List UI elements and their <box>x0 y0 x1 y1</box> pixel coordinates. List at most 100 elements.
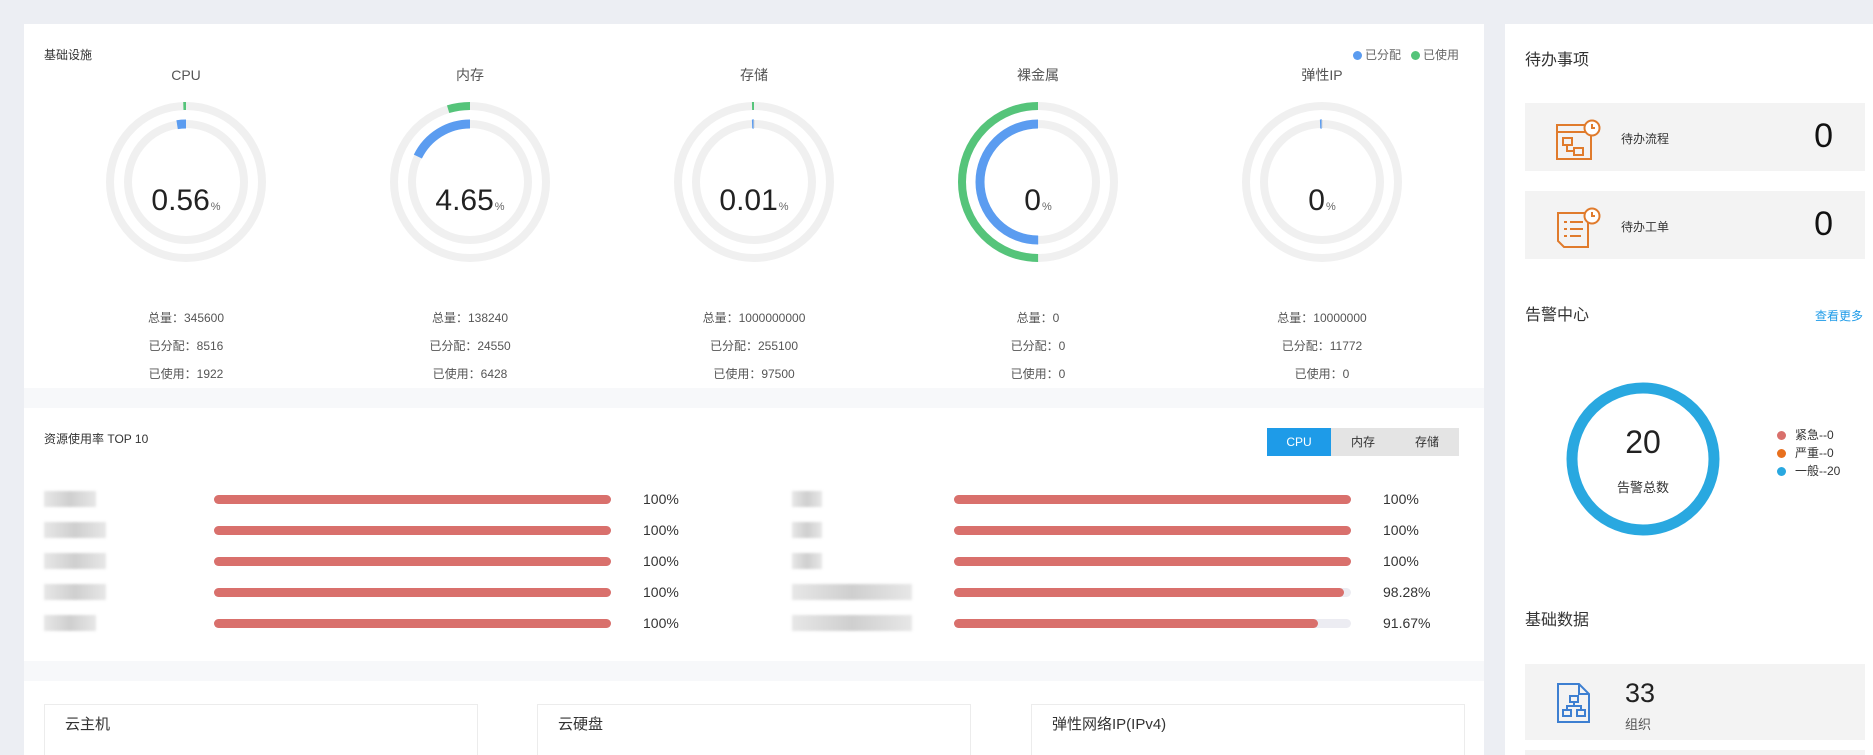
rank-bar-track <box>954 495 1351 504</box>
base-data-card-partial <box>1525 750 1865 755</box>
tab-cpu[interactable]: CPU <box>1267 428 1331 456</box>
gauge-card: 弹性IP 0% 总量：10000000 已分配：11772 已使用：0 <box>1202 64 1442 384</box>
base-data-organization[interactable]: 33 组织 <box>1525 664 1865 740</box>
todo-count: 0 <box>1814 205 1833 243</box>
todo-title: 待办事项 <box>1525 52 1590 69</box>
gauge-title: CPU <box>171 67 201 83</box>
rank-percent: 98.28% <box>1383 584 1431 600</box>
rank-bar-fill <box>214 526 611 535</box>
base-data-count: 33 <box>1625 678 1656 708</box>
gauge-title: 裸金属 <box>1017 67 1059 83</box>
resource-card-title: 弹性网络IP(IPv4) <box>1052 716 1167 733</box>
rank-percent: 100% <box>1383 491 1419 507</box>
rank-bar-fill <box>214 495 611 504</box>
gauge-ring <box>1242 102 1402 262</box>
todo-workflow[interactable]: 待办流程 0 <box>1525 103 1865 171</box>
gauge-track-inner <box>124 120 248 244</box>
top10-title: 资源使用率 TOP 10 <box>44 432 149 446</box>
rank-bar-fill <box>954 619 1318 628</box>
gauge-total: 总量：10000000 <box>1277 311 1367 325</box>
todo-count: 0 <box>1814 117 1833 155</box>
rank-bar-fill <box>954 588 1345 597</box>
rank-bar-fill <box>954 495 1351 504</box>
rank-bar-track <box>954 526 1351 535</box>
resource-card-title: 云主机 <box>65 716 111 733</box>
gauge-track-inner <box>692 120 816 244</box>
gauge-card: 裸金属 0% 总量：0 已分配：0 已使用：0 <box>918 64 1158 384</box>
tab-storage[interactable]: 存储 <box>1395 428 1459 456</box>
rank-bar-track <box>214 495 611 504</box>
base-data-label: 组织 <box>1625 717 1652 732</box>
gauge-stats: 总量：0 已分配：0 已使用：0 <box>918 304 1158 388</box>
resource-card-disk[interactable]: 云硬盘 <box>537 704 971 755</box>
todo-label: 待办流程 <box>1621 132 1670 146</box>
gauge-title: 内存 <box>456 67 484 83</box>
gauge-used: 已使用：6428 <box>432 367 508 381</box>
rank-percent: 100% <box>643 553 679 569</box>
gauge-legend: 已分配 已使用 <box>1352 46 1459 63</box>
rank-percent: 100% <box>1383 522 1419 538</box>
rank-bar-fill <box>214 588 611 597</box>
rank-name-redacted <box>792 584 912 600</box>
alarm-title: 告警中心 <box>1525 307 1590 324</box>
gauge-used: 已使用：97500 <box>713 367 795 381</box>
rank-name-redacted <box>44 615 96 631</box>
gauge-stats: 总量：1000000000 已分配：255100 已使用：97500 <box>634 304 874 388</box>
rank-bar-fill <box>954 526 1351 535</box>
gauge-total: 总量：345600 <box>147 311 225 325</box>
rank-name-redacted <box>792 553 822 569</box>
rank-bar-track <box>214 619 611 628</box>
rank-name-redacted <box>792 615 912 631</box>
gauge-used: 已使用：0 <box>1010 367 1066 381</box>
gauge-allocated: 已分配：11772 <box>1281 339 1363 353</box>
top10-tabs: CPU 内存 存储 <box>1267 428 1459 456</box>
rank-bar-track <box>214 557 611 566</box>
alarm-legend-urgent: 紧急--0 <box>1777 426 1840 444</box>
rank-name-redacted <box>792 522 822 538</box>
gauge-ring <box>390 102 550 262</box>
rank-percent: 100% <box>643 615 679 631</box>
gauge-used: 已使用：1922 <box>148 367 224 381</box>
rank-percent: 100% <box>643 522 679 538</box>
gauge-allocated: 已分配：255100 <box>709 339 799 353</box>
rank-percent: 100% <box>1383 553 1419 569</box>
alarm-legend: 紧急--0 严重--0 一般--20 <box>1777 426 1840 480</box>
rank-bar-track <box>954 619 1351 628</box>
rank-percent: 91.67% <box>1383 615 1431 631</box>
legend-used: 已使用 <box>1410 46 1459 63</box>
tab-memory[interactable]: 内存 <box>1331 428 1395 456</box>
resource-card-eip[interactable]: 弹性网络IP(IPv4) <box>1031 704 1465 755</box>
alarm-total: 20 <box>1625 424 1661 460</box>
todo-work-order[interactable]: 待办工单 0 <box>1525 191 1865 259</box>
section-divider <box>24 661 1484 681</box>
rank-name-redacted <box>792 491 822 507</box>
rank-bar-fill <box>954 557 1351 566</box>
rank-bar-track <box>954 557 1351 566</box>
gauge-allocated: 已分配：24550 <box>429 339 511 353</box>
rank-name-redacted <box>44 584 106 600</box>
organization-icon <box>1555 682 1593 729</box>
gauge-allocated: 已分配：8516 <box>148 339 224 353</box>
gauge-card: 内存 4.65% 总量：138240 已分配：24550 已使用：6428 <box>350 64 590 384</box>
workflow-icon <box>1555 119 1601 166</box>
gauge-card: CPU 0.56% 总量：345600 已分配：8516 已使用：1922 <box>66 64 306 384</box>
legend-allocated: 已分配 <box>1352 46 1401 63</box>
gauge-card: 存储 0.01% 总量：1000000000 已分配：255100 已使用：97500 <box>634 64 874 384</box>
gauge-ring <box>958 102 1118 262</box>
alarm-legend-serious: 严重--0 <box>1777 444 1840 462</box>
alarm-more-link[interactable]: 查看更多 <box>1815 307 1863 324</box>
gauge-stats: 总量：10000000 已分配：11772 已使用：0 <box>1202 304 1442 388</box>
rank-bar-track <box>214 588 611 597</box>
alarm-legend-normal: 一般--20 <box>1777 462 1840 480</box>
gauge-total: 总量：1000000000 <box>702 311 806 325</box>
gauge-ring <box>106 102 266 262</box>
rank-bar-fill <box>214 557 611 566</box>
gauge-title: 存储 <box>740 67 768 83</box>
resource-card-vm[interactable]: 云主机 <box>44 704 478 755</box>
side-panel: 待办事项 待办流程 0 待办工单 0 告警中心 查看更多 20 告警总数 紧急-… <box>1505 24 1873 755</box>
gauge-track-outer <box>1242 102 1402 262</box>
gauge-track-outer <box>674 102 834 262</box>
gauge-stats: 总量：345600 已分配：8516 已使用：1922 <box>66 304 306 388</box>
rank-bar-track <box>214 526 611 535</box>
rank-name-redacted <box>44 522 106 538</box>
